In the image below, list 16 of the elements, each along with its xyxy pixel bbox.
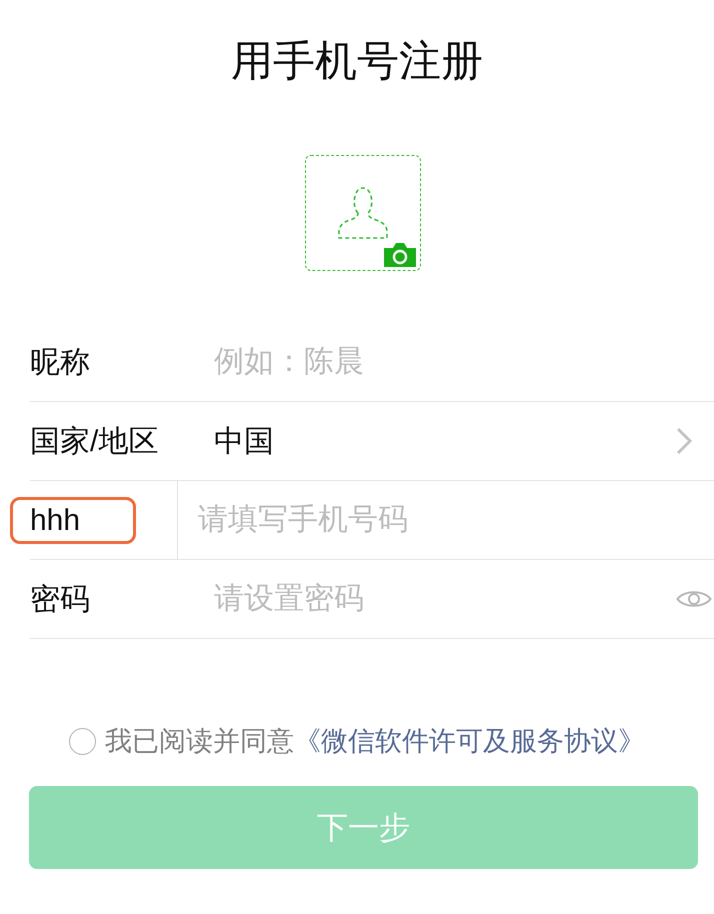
- agreement-text: 我已阅读并同意《微信软件许可及服务协议》: [105, 725, 645, 758]
- avatar-upload-button[interactable]: [305, 155, 421, 271]
- field-label: 密码: [30, 582, 91, 618]
- country-select-value[interactable]: 中国: [214, 420, 676, 462]
- agreement-radio[interactable]: [69, 728, 96, 754]
- nickname-input-field[interactable]: 例如：陈晨: [214, 341, 714, 383]
- page-title: 用手机号注册: [230, 36, 484, 86]
- field-label: 国家/地区: [30, 424, 160, 460]
- agreement-link[interactable]: 《微信软件许可及服务协议》: [294, 726, 645, 756]
- password-input-field[interactable]: 请设置密码: [214, 578, 676, 620]
- phone-input-field[interactable]: 请填写手机号码: [198, 499, 714, 541]
- chevron-right-icon[interactable]: [676, 427, 692, 455]
- camera-icon: [384, 242, 416, 267]
- country-code-field[interactable]: hhh: [10, 496, 136, 544]
- person-outline-icon: [336, 186, 390, 240]
- field-label: 昵称: [30, 344, 91, 380]
